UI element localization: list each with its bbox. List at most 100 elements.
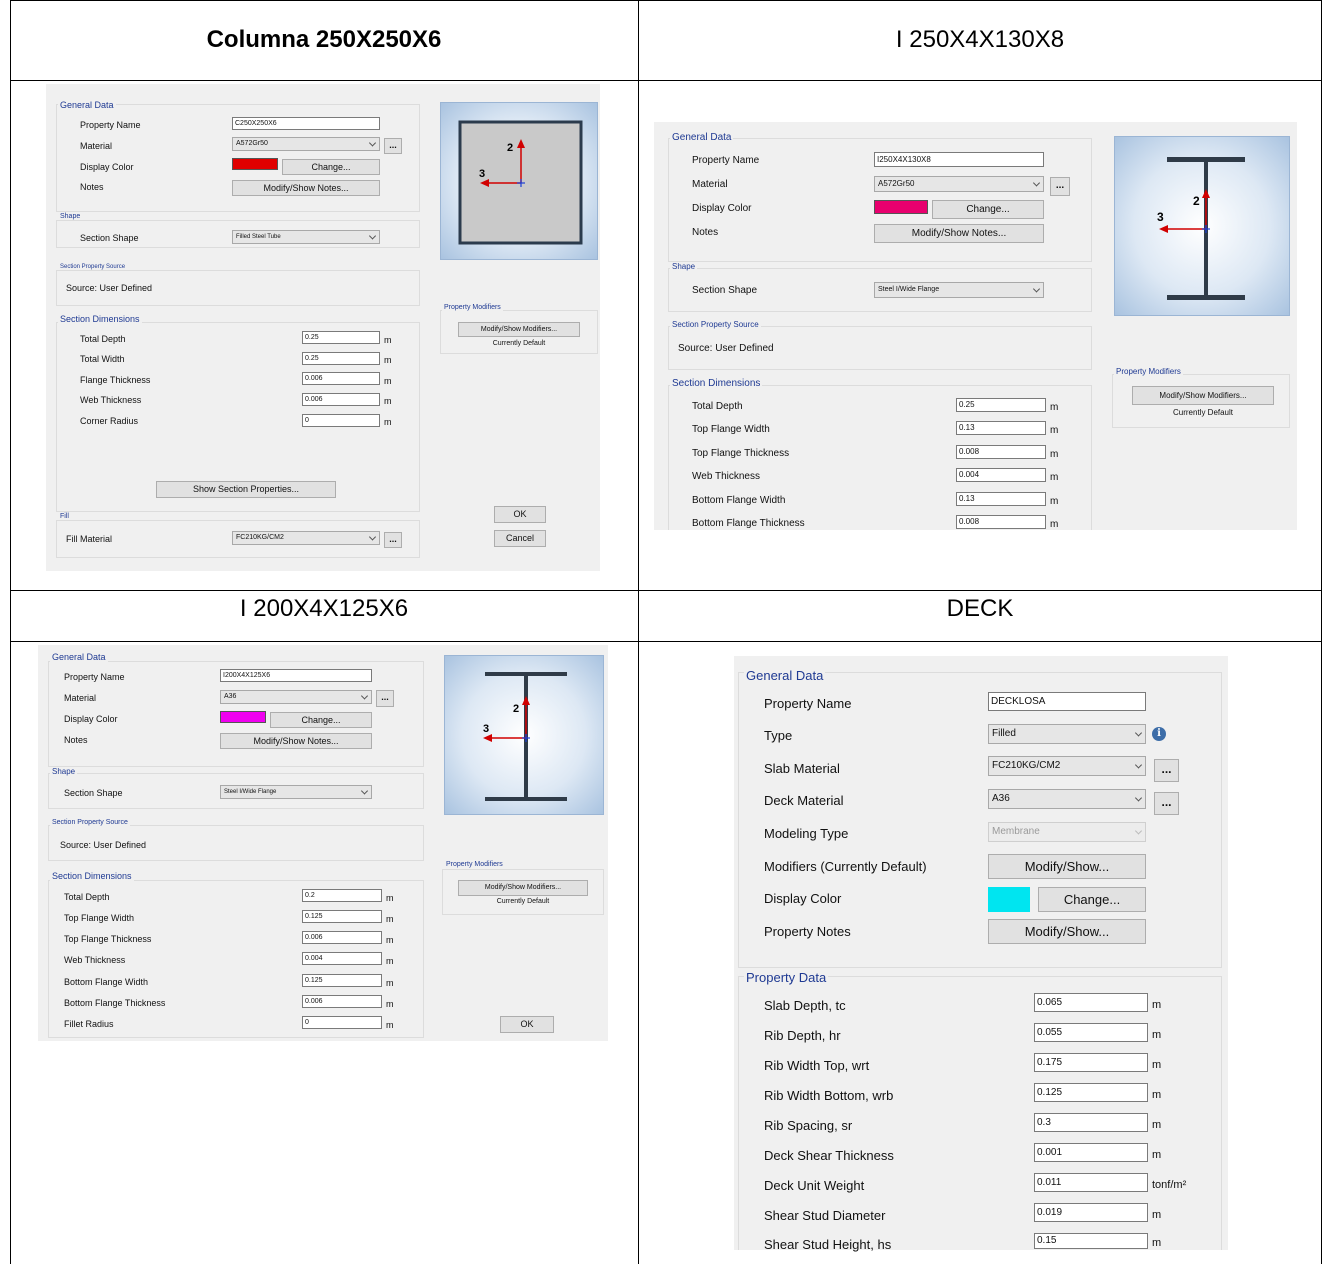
change-color-button[interactable]: Change... (1038, 887, 1146, 912)
dim-field[interactable]: 0.008 (956, 515, 1046, 529)
dim-field[interactable]: 0.13 (956, 421, 1046, 435)
prop-field[interactable]: 0.15 (1034, 1233, 1148, 1249)
deck-section-dialog: General Data Property Name DECKLOSA Type… (734, 656, 1228, 1252)
modify-show-notes-button[interactable]: Modify/Show Notes... (874, 224, 1044, 243)
deck-material-more-button[interactable]: ... (1154, 792, 1179, 815)
modify-show-modifiers-button[interactable]: Modify/Show Modifiers... (1132, 386, 1274, 405)
dim-field[interactable]: 0.25 (302, 331, 380, 344)
section-shape-dropdown[interactable]: Filled Steel Tube (232, 230, 380, 244)
ok-button[interactable]: OK (500, 1016, 554, 1033)
slab-material-more-button[interactable]: ... (1154, 759, 1179, 782)
prop-unit: m (1152, 1149, 1162, 1161)
material-dropdown[interactable]: A36 (220, 690, 372, 704)
modify-show-modifiers-button[interactable]: Modify/Show Modifiers... (458, 880, 588, 896)
material-dropdown[interactable]: A572Gr50 (232, 137, 380, 151)
modify-show-notes-button[interactable]: Modify/Show Notes... (232, 180, 380, 196)
section-shape-dropdown[interactable]: Steel I/Wide Flange (220, 785, 372, 799)
property-name-field[interactable]: I200X4X125X6 (220, 669, 372, 682)
dim-field[interactable]: 0.006 (302, 393, 380, 406)
dim-field[interactable]: 0 (302, 1016, 382, 1029)
display-color-swatch[interactable] (874, 200, 928, 214)
fill-material-more-button[interactable]: ... (384, 532, 402, 548)
display-color-swatch[interactable] (988, 887, 1030, 912)
dim-field[interactable]: 0.006 (302, 995, 382, 1008)
dim-field[interactable]: 0.13 (956, 492, 1046, 506)
modify-show-notes-button[interactable]: Modify/Show... (988, 919, 1146, 944)
material-value: A36 (224, 693, 237, 700)
prop-unit: m (1152, 999, 1162, 1011)
prop-label: Rib Spacing, sr (764, 1118, 853, 1133)
section-shape-value: Steel I/Wide Flange (224, 789, 277, 795)
dim-field[interactable]: 0.008 (956, 445, 1046, 459)
type-dropdown[interactable]: Filled (988, 724, 1146, 744)
fill-material-dropdown[interactable]: FC210KG/CM2 (232, 531, 380, 545)
shape-title: Shape (58, 213, 83, 220)
caption-beam-200: I 200X4X125X6 (239, 595, 409, 622)
prop-field[interactable]: 0.175 (1034, 1053, 1148, 1072)
property-modifiers-title: Property Modifiers (442, 304, 503, 311)
material-dropdown[interactable]: A572Gr50 (874, 176, 1044, 192)
prop-label: Shear Stud Diameter (764, 1208, 886, 1223)
modify-show-modifiers-button[interactable]: Modify/Show... (988, 854, 1146, 879)
prop-field[interactable]: 0.065 (1034, 993, 1148, 1012)
dim-field[interactable]: 0 (302, 414, 380, 427)
prop-label: Shear Stud Height, hs (764, 1237, 892, 1252)
prop-field[interactable]: 0.001 (1034, 1143, 1148, 1162)
modeling-type-dropdown: Membrane (988, 822, 1146, 842)
dim-unit: m (1050, 472, 1059, 483)
dim-field[interactable]: 0.006 (302, 931, 382, 944)
dim-label: Total Depth (80, 334, 126, 344)
dim-label: Bottom Flange Width (64, 977, 149, 987)
display-color-label: Display Color (64, 714, 118, 724)
dim-field[interactable]: 0.125 (302, 910, 382, 923)
dim-field[interactable]: 0.006 (302, 372, 380, 385)
section-shape-dropdown[interactable]: Steel I/Wide Flange (874, 282, 1044, 298)
modeling-type-label: Modeling Type (764, 826, 849, 841)
section-shape-label: Section Shape (80, 233, 139, 243)
dim-field[interactable]: 0.004 (302, 952, 382, 965)
display-color-label: Display Color (692, 203, 752, 214)
ok-button[interactable]: OK (494, 506, 546, 523)
material-value: A572Gr50 (878, 179, 915, 188)
show-section-properties-button[interactable]: Show Section Properties... (156, 481, 336, 498)
change-color-button[interactable]: Change... (932, 200, 1044, 219)
property-name-field[interactable]: DECKLOSA (988, 692, 1146, 711)
fill-material-value: FC210KG/CM2 (236, 534, 284, 541)
dim-field[interactable]: 0.2 (302, 889, 382, 902)
section-preview: 2 3 (440, 102, 598, 260)
dim-label: Total Width (80, 354, 125, 364)
slab-material-dropdown[interactable]: FC210KG/CM2 (988, 756, 1146, 776)
cancel-button[interactable]: Cancel (494, 530, 546, 547)
prop-field[interactable]: 0.055 (1034, 1023, 1148, 1042)
dim-field[interactable]: 0.25 (302, 352, 380, 365)
prop-field[interactable]: 0.019 (1034, 1203, 1148, 1222)
dim-unit: m (384, 376, 392, 386)
prop-unit: m (1152, 1059, 1162, 1071)
change-color-button[interactable]: Change... (282, 159, 380, 175)
change-color-button[interactable]: Change... (270, 712, 372, 728)
general-data-title: General Data (670, 132, 734, 143)
modify-show-modifiers-button[interactable]: Modify/Show Modifiers... (458, 322, 580, 337)
type-value: Filled (992, 728, 1016, 739)
prop-field[interactable]: 0.3 (1034, 1113, 1148, 1132)
modify-show-notes-button[interactable]: Modify/Show Notes... (220, 733, 372, 749)
material-more-button[interactable]: ... (1050, 177, 1070, 196)
prop-unit: m (1152, 1119, 1162, 1131)
prop-field[interactable]: 0.125 (1034, 1083, 1148, 1102)
display-color-swatch[interactable] (232, 158, 278, 170)
dim-field[interactable]: 0.25 (956, 398, 1046, 412)
display-color-swatch[interactable] (220, 711, 266, 723)
i-section-drawing: 2 3 (1157, 157, 1245, 300)
prop-field[interactable]: 0.011 (1034, 1173, 1148, 1192)
modeling-type-value: Membrane (992, 826, 1040, 837)
property-name-field[interactable]: I250X4X130X8 (874, 152, 1044, 167)
material-more-button[interactable]: ... (376, 690, 394, 707)
info-icon[interactable]: i (1152, 727, 1166, 741)
material-more-button[interactable]: ... (384, 138, 402, 154)
chevron-down-icon (360, 787, 369, 795)
dim-field[interactable]: 0.125 (302, 974, 382, 987)
property-name-field[interactable]: C250X250X6 (232, 117, 380, 130)
deck-material-dropdown[interactable]: A36 (988, 789, 1146, 809)
dim-field[interactable]: 0.004 (956, 468, 1046, 482)
chevron-down-icon (1134, 729, 1143, 737)
